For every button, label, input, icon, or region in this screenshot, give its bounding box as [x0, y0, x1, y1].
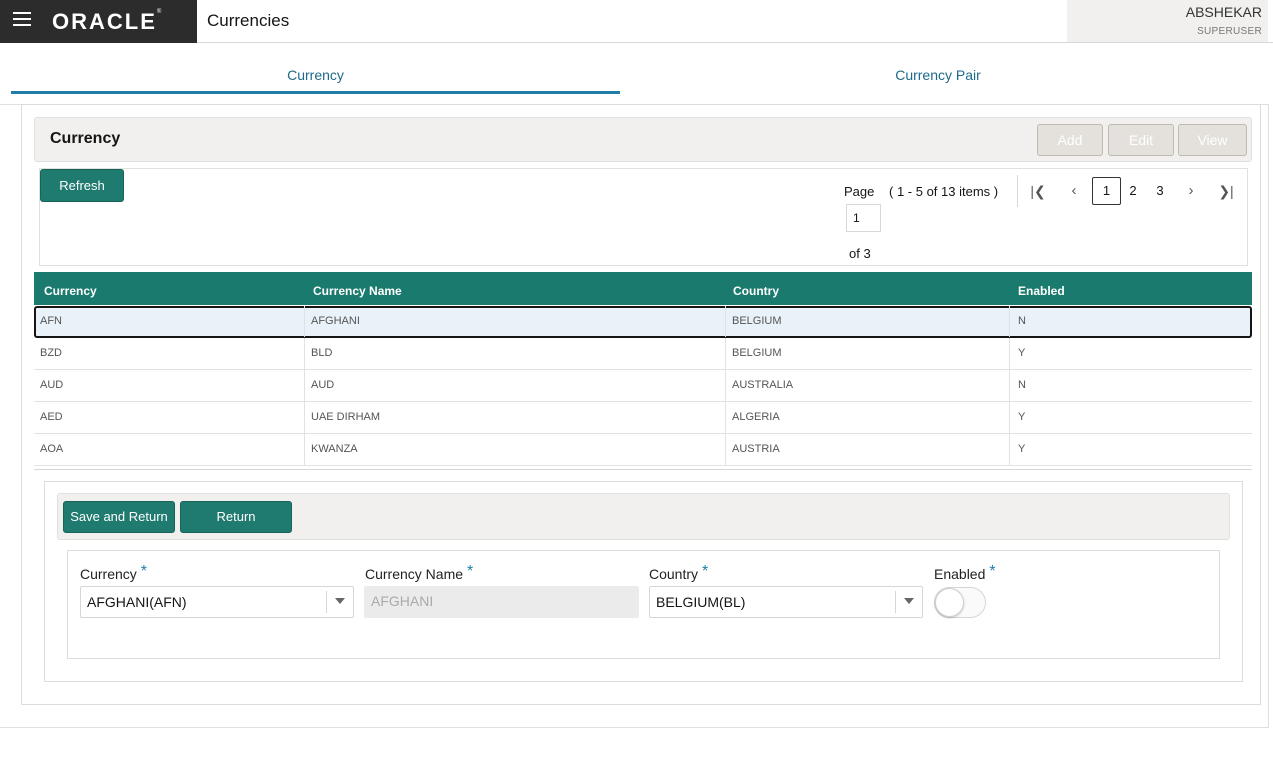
user-name: ABSHEKAR	[1185, 4, 1262, 20]
toggle-knob	[935, 588, 964, 617]
required-marker: *	[140, 563, 148, 580]
country-select[interactable]: BELGIUM(BL)	[649, 586, 923, 618]
view-button[interactable]: View	[1178, 124, 1247, 156]
brand-bar: ORACLE®	[0, 0, 197, 43]
cell-country: BELGIUM	[726, 306, 1010, 337]
cell-enabled: Y	[1018, 347, 1026, 359]
cell-country: AUSTRALIA	[726, 370, 1010, 401]
refresh-button[interactable]: Refresh	[40, 169, 124, 202]
currency-select-value: AFGHANI(AFN)	[87, 594, 187, 610]
next-page-icon[interactable]: ›	[1181, 177, 1201, 205]
page-button-3[interactable]: 3	[1150, 177, 1170, 205]
enabled-field-label: Enabled *	[934, 563, 996, 582]
required-marker: *	[989, 563, 996, 580]
page-label: Page	[844, 184, 875, 199]
tab-currency-pair[interactable]: Currency Pair	[627, 58, 1249, 94]
cell-currency: BZD	[34, 338, 305, 369]
column-header-currency-name[interactable]: Currency Name	[313, 284, 402, 298]
tab-currency[interactable]: Currency	[11, 58, 620, 94]
oracle-logo: ORACLE®	[52, 9, 164, 34]
column-header-enabled[interactable]: Enabled	[1018, 284, 1065, 298]
user-role: SUPERUSER	[1197, 26, 1262, 37]
currency-name-field-label: Currency Name *	[365, 563, 474, 582]
add-button[interactable]: Add	[1037, 124, 1103, 156]
previous-page-icon[interactable]: ‹	[1064, 177, 1084, 205]
country-field-label: Country *	[649, 563, 709, 582]
cell-enabled: Y	[1018, 443, 1026, 455]
table-header: Currency Currency Name Country Enabled	[34, 272, 1252, 305]
cell-currency-name: KWANZA	[305, 434, 726, 465]
cell-currency: AED	[34, 402, 305, 433]
app-header: ORACLE® Currencies ABSHEKAR SUPERUSER	[0, 0, 1273, 43]
grid-toolbar: Refresh Page ( 1 - 5 of 13 items ) 1 of …	[39, 168, 1248, 266]
save-and-return-button[interactable]: Save and Return	[63, 501, 175, 533]
cell-country: AUSTRIA	[726, 434, 1010, 465]
cell-currency-name: AUD	[305, 370, 726, 401]
column-header-country[interactable]: Country	[733, 284, 779, 298]
user-menu[interactable]: ABSHEKAR SUPERUSER	[1067, 0, 1268, 42]
first-page-icon[interactable]: |❮	[1028, 177, 1048, 205]
table-row[interactable]: AOA KWANZA AUSTRIA Y	[34, 434, 1252, 466]
cell-country: BELGIUM	[726, 338, 1010, 369]
last-page-icon[interactable]: ❯|	[1216, 177, 1236, 205]
page-button-1[interactable]: 1	[1092, 177, 1121, 205]
currency-table: Currency Currency Name Country Enabled A…	[34, 272, 1252, 470]
cell-country: ALGERIA	[726, 402, 1010, 433]
section-title: Currency	[50, 130, 121, 147]
cell-enabled: Y	[1018, 411, 1026, 423]
section-header: Currency Add Edit View	[34, 117, 1252, 162]
cell-currency: AOA	[34, 434, 305, 465]
cell-currency: AUD	[34, 370, 305, 401]
cell-currency-name: BLD	[305, 338, 726, 369]
hamburger-menu-icon[interactable]	[13, 12, 31, 26]
detail-form: Currency * Currency Name * Country * Enable…	[67, 550, 1220, 659]
page-number-input[interactable]: 1	[846, 204, 881, 232]
cell-currency-name: UAE DIRHAM	[305, 402, 726, 433]
form-toolbar: Save and Return Return	[57, 493, 1230, 540]
chevron-down-icon[interactable]	[335, 598, 345, 604]
cell-enabled: N	[1018, 315, 1026, 327]
return-button[interactable]: Return	[180, 501, 292, 533]
page-button-2[interactable]: 2	[1123, 177, 1143, 205]
tab-bar: Currency Currency Pair	[11, 58, 1261, 94]
table-row[interactable]: AFN AFGHANI BELGIUM N	[34, 306, 1252, 338]
chevron-down-icon[interactable]	[904, 598, 914, 604]
currency-select[interactable]: AFGHANI(AFN)	[80, 586, 354, 618]
cell-currency-name: AFGHANI	[305, 306, 726, 337]
currency-field-label: Currency *	[80, 563, 148, 582]
currency-name-field: AFGHANI	[364, 586, 639, 618]
page-items-info: ( 1 - 5 of 13 items )	[889, 184, 999, 199]
pagination-divider	[1017, 175, 1018, 207]
cell-enabled: N	[1018, 379, 1026, 391]
page-title: Currencies	[207, 11, 290, 30]
table-row[interactable]: BZD BLD BELGIUM Y	[34, 338, 1252, 370]
required-marker: *	[702, 563, 709, 580]
cell-currency: AFN	[34, 306, 305, 337]
country-select-value: BELGIUM(BL)	[656, 594, 746, 610]
enabled-toggle[interactable]	[934, 587, 986, 618]
required-marker: *	[467, 563, 474, 580]
edit-button[interactable]: Edit	[1108, 124, 1174, 156]
page-count: of 3	[849, 246, 871, 261]
table-row[interactable]: AED UAE DIRHAM ALGERIA Y	[34, 402, 1252, 434]
table-row[interactable]: AUD AUD AUSTRALIA N	[34, 370, 1252, 402]
column-header-currency[interactable]: Currency	[44, 284, 97, 298]
